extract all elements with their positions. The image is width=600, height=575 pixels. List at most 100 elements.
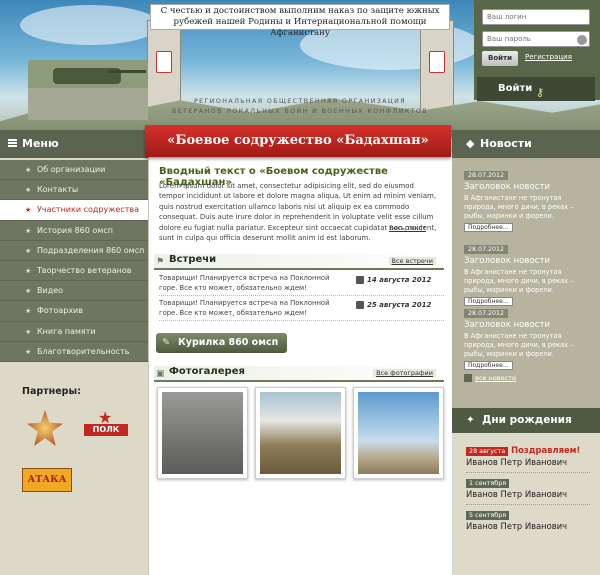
news-date: 28.07.2012 (464, 309, 509, 318)
birthday-item: 5 сентября Иванов Петр Иванович (466, 510, 596, 531)
show-password-icon[interactable] (577, 35, 587, 45)
menu-item-label: Контакты (37, 185, 79, 195)
birthday-name[interactable]: Иванов Петр Иванович (466, 457, 596, 467)
menu-heading-label: Меню (22, 137, 59, 150)
register-link[interactable]: Регистрация (525, 53, 572, 61)
star-icon: ★ (25, 166, 32, 174)
main-menu: ★ Об организации ★ Контакты ★ Участники сод… (0, 160, 148, 362)
birthday-date: 5 сентября (466, 511, 510, 520)
menu-item-units[interactable]: ★ Подразделения 860 омсп (0, 241, 148, 261)
news-text: В Афганистане не тронутая природа, много… (464, 194, 574, 220)
meetings-title: Встречи (169, 254, 217, 265)
birthday-date: 28 августа (466, 447, 509, 456)
birthday-name[interactable]: Иванов Петр Иванович (466, 521, 596, 531)
birthdays-heading: ✦ Дни рождения (452, 408, 600, 433)
partner-logo-polk[interactable]: ★ ПОЛК (84, 408, 128, 446)
news-item: 28.07.2012 Заголовок новости В Афганиста… (464, 308, 592, 371)
menu-heading: Меню (0, 130, 148, 158)
menu-item-label: Благотворительность (37, 346, 130, 356)
news-more-button[interactable]: Подробнее... (464, 361, 513, 371)
photo-statue (358, 392, 439, 474)
menu-icon (8, 139, 17, 147)
emblem-icon (156, 51, 172, 73)
menu-item-label: Книга памяти (37, 326, 96, 336)
gallery-photo[interactable] (353, 387, 444, 479)
birthday-name[interactable]: Иванов Петр Иванович (466, 489, 596, 499)
menu-item-creativity[interactable]: ★ Творчество ветеранов (0, 261, 148, 282)
meeting-item: Товарищи! Планируется встреча на Поклонн… (159, 299, 444, 321)
login-button[interactable]: Войти (482, 51, 518, 66)
menu-item-about[interactable]: ★ Об организации (0, 160, 148, 181)
all-photos-link[interactable]: Все фотографии (373, 369, 436, 377)
star-icon: ★ (25, 307, 32, 316)
photo-soldiers (162, 392, 243, 474)
gift-icon: ✦ (466, 414, 475, 426)
menu-item-video[interactable]: ★ Видео (0, 281, 148, 302)
left-column: Меню ★ Об организации ★ Контакты ★ Участник… (0, 130, 148, 575)
menu-item-history[interactable]: ★ История 860 омсп (0, 221, 148, 241)
menu-item-charity[interactable]: ★ Благотворительность (0, 342, 148, 362)
news-heading-label: Новости (480, 137, 532, 150)
star-icon: ★ (25, 186, 32, 195)
meetings-heading: ⚑ Встречи Все встречи (154, 254, 444, 270)
photo-mountains (260, 392, 341, 474)
menu-item-memory-book[interactable]: ★ Книга памяти (0, 322, 148, 342)
calendar-icon (356, 301, 364, 309)
menu-item-contacts[interactable]: ★ Контакты (0, 180, 148, 201)
menu-item-label: Участники содружества (37, 205, 140, 215)
news-title[interactable]: Заголовок новости (464, 182, 592, 192)
kurilka-button[interactable]: ✎ Курилка 860 омсп (156, 333, 287, 353)
logo-text: ПОЛК (84, 424, 128, 436)
star-icon: ★ (25, 327, 32, 336)
page-title: «Боевое содружество «Бадахшан» (145, 125, 451, 157)
gallery-photo[interactable] (157, 387, 248, 479)
menu-item-label: История 860 омсп (37, 225, 113, 235)
photo-icon: ▣ (156, 369, 165, 379)
menu-item-label: Видео (37, 286, 64, 296)
gallery-title: Фотогалерея (169, 366, 245, 377)
news-item: 28.07.2012 Заголовок новости В Афганиста… (464, 170, 592, 233)
meeting-date: 14 августа 2012 (367, 276, 432, 284)
meeting-item: Товарищи! Планируется встреча на Поклонн… (159, 274, 444, 296)
news-date: 28.07.2012 (464, 245, 509, 254)
all-news-link[interactable]: все новости (464, 374, 516, 382)
menu-item-photo-archive[interactable]: ★ Фотоархив (0, 301, 148, 322)
gallery-heading: ▣ Фотогалерея Все фотографии (154, 366, 444, 382)
news-more-button[interactable]: Подробнее... (464, 223, 513, 233)
emblem-icon (429, 51, 445, 73)
calendar-icon (356, 276, 364, 284)
partner-logo-ataka[interactable]: АТАКА (22, 468, 72, 492)
menu-item-label: Подразделения 860 омсп (37, 245, 145, 255)
list-icon (464, 374, 472, 382)
birthday-item: 28 августа Поздравляем! Иванов Петр Ивано… (466, 445, 596, 467)
menu-item-members[interactable]: ★ Участники содружества (0, 200, 148, 221)
kurilka-label: Курилка 860 омсп (178, 337, 279, 348)
all-meetings-link[interactable]: Все встречи (388, 257, 436, 265)
gallery-photo[interactable] (255, 387, 346, 479)
news-heading: ◆ Новости (452, 130, 600, 158)
news-more-button[interactable]: Подробнее... (464, 297, 513, 307)
login-input[interactable] (482, 9, 590, 25)
news-title[interactable]: Заголовок новости (464, 320, 592, 330)
news-title[interactable]: Заголовок новости (464, 256, 592, 266)
birthday-date: 1 сентября (466, 479, 510, 488)
partners-heading: Партнеры: (22, 386, 81, 397)
news-date: 28.07.2012 (464, 171, 509, 180)
menu-item-label: Об организации (37, 165, 106, 174)
all-news-label: все новости (475, 374, 517, 382)
star-icon: ★ (25, 226, 32, 235)
enter-button[interactable]: Войти ⚷ (477, 77, 595, 101)
birthdays-panel: 28 августа Поздравляем! Иванов Петр Ивано… (452, 433, 600, 575)
flag-icon: ⚑ (156, 257, 165, 267)
menu-item-label: Творчество ветеранов (37, 265, 132, 275)
star-icon: ★ (25, 206, 32, 215)
news-text: В Афганистане не тронутая природа, много… (464, 332, 574, 358)
motto-line-1: С честью и достоинством выполним наказ п… (160, 6, 440, 16)
divider (466, 504, 590, 505)
enter-label: Войти (498, 83, 533, 94)
password-input[interactable] (482, 31, 590, 47)
partner-logo-star[interactable] (27, 410, 63, 446)
star-icon: ★ (25, 287, 32, 296)
key-icon: ⚷ (536, 86, 545, 99)
read-more-link[interactable]: Весь текст (389, 224, 426, 232)
